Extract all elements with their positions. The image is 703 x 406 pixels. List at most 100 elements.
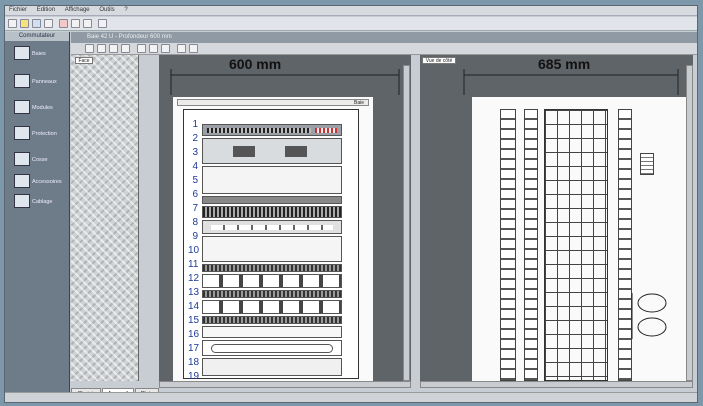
- patch-panel[interactable]: [202, 124, 342, 136]
- print-icon[interactable]: [44, 19, 53, 28]
- rack-icon: [14, 74, 30, 88]
- menu-edit[interactable]: Edition: [33, 6, 59, 14]
- rack-top-bar: Baie: [177, 99, 369, 106]
- screenshot-frame: Fichier Edition Affichage Outils ? Commu…: [0, 0, 703, 406]
- material-swatch-panel[interactable]: Face: [71, 55, 139, 381]
- rack-unit-number: 14: [188, 301, 200, 312]
- rack-unit-number: 18: [188, 357, 200, 368]
- fiber-slots: [211, 225, 333, 230]
- zoom-in-icon[interactable]: [85, 44, 94, 53]
- power-bar: [211, 344, 333, 353]
- rack-label: Baie: [353, 100, 364, 106]
- rack-unit-number: 10: [188, 245, 200, 256]
- sidebar-item-baies[interactable]: Baies: [8, 44, 66, 74]
- side-view-canvas[interactable]: Vue de côté 685 mm: [420, 55, 693, 381]
- new-icon[interactable]: [8, 19, 17, 28]
- delete-icon[interactable]: [59, 19, 68, 28]
- sidebar-item-label: Cosse: [32, 157, 48, 163]
- pen-icon: [14, 46, 30, 60]
- patch-panel[interactable]: [202, 264, 342, 272]
- component-sidebar: Commutateur Baies Panneaux Modules Prote…: [5, 32, 70, 402]
- cable-icon: [14, 152, 30, 166]
- save-icon[interactable]: [32, 19, 41, 28]
- rack-unit-number: 13: [188, 287, 200, 298]
- rack-unit-number: 5: [192, 175, 198, 186]
- patch-panel[interactable]: [202, 206, 342, 218]
- front-horizontal-scrollbar[interactable]: [159, 381, 411, 388]
- grid-icon[interactable]: [149, 44, 158, 53]
- zoom-out-icon[interactable]: [97, 44, 106, 53]
- blank-panel[interactable]: [202, 326, 342, 338]
- switch-ports[interactable]: [202, 274, 342, 288]
- menu-view[interactable]: Affichage: [61, 6, 94, 14]
- main-toolbar: [5, 17, 697, 31]
- rack-unit-number: 16: [188, 329, 200, 340]
- sidebar-item-label: Baies: [32, 51, 46, 57]
- status-bar: [5, 392, 697, 402]
- side-bracket: [640, 153, 654, 175]
- rack-unit-number: 17: [188, 343, 200, 354]
- module-icon: [14, 100, 30, 114]
- menu-help[interactable]: ?: [120, 6, 131, 14]
- front-view-canvas[interactable]: 600 mm Baie 1 2 3 4 5 6 7 8 9 10 11 12 1…: [159, 55, 411, 382]
- rack-unit-number: 4: [192, 161, 198, 172]
- power-strip[interactable]: [202, 340, 342, 356]
- fiber-drawer[interactable]: [202, 220, 342, 234]
- monitor-icon: [14, 194, 30, 208]
- flip-icon[interactable]: [189, 44, 198, 53]
- select-icon[interactable]: [121, 44, 130, 53]
- rack-unit-number: 1: [192, 119, 198, 130]
- menu-tools[interactable]: Outils: [95, 6, 118, 14]
- rack-front[interactable]: 1 2 3 4 5 6 7 8 9 10 11 12 13 14 15 16 1…: [183, 109, 359, 382]
- accessory-icon: [14, 174, 30, 188]
- measure-icon[interactable]: [161, 44, 170, 53]
- sidebar-item-label: Panneaux: [32, 79, 57, 85]
- blank-panel[interactable]: [202, 358, 342, 376]
- menu-file[interactable]: Fichier: [5, 6, 31, 14]
- module-slot: [233, 146, 255, 157]
- rack-unit-number: 6: [192, 189, 198, 200]
- rail-front: [500, 109, 516, 381]
- application-window: Fichier Edition Affichage Outils ? Commu…: [4, 5, 698, 403]
- side-vertical-scrollbar[interactable]: [686, 65, 693, 381]
- side-paper: [472, 97, 692, 381]
- rack-unit-number: 15: [188, 315, 200, 326]
- redo-icon[interactable]: [83, 19, 92, 28]
- sidebar-item-label: Accessoires: [32, 179, 62, 185]
- switch-unit[interactable]: [202, 138, 342, 164]
- rack-unit-number: 3: [192, 147, 198, 158]
- protection-icon: [14, 126, 30, 140]
- sidebar-item-label: Modules: [32, 105, 53, 111]
- cable-ladder[interactable]: [544, 109, 608, 381]
- settings-icon[interactable]: [98, 19, 107, 28]
- rack-unit-number: 12: [188, 273, 200, 284]
- switch-ports[interactable]: [202, 300, 342, 314]
- patch-panel[interactable]: [202, 316, 342, 324]
- sidebar-item-label: Protection: [32, 131, 57, 137]
- blank-panel[interactable]: [202, 166, 342, 194]
- blank-panel[interactable]: [202, 236, 342, 262]
- layout-icon[interactable]: [177, 44, 186, 53]
- drawing-toolbar: [71, 43, 697, 55]
- document-title-bar: Baie 42 U - Profondeur 600 mm: [71, 32, 697, 43]
- align-icon[interactable]: [137, 44, 146, 53]
- sidebar-item-cablage[interactable]: Cablage: [8, 192, 66, 222]
- sidebar-header: Commutateur: [5, 32, 69, 41]
- open-folder-icon[interactable]: [20, 19, 29, 28]
- side-depth-dimension: 685 mm: [538, 56, 591, 72]
- side-horizontal-scrollbar[interactable]: [420, 381, 693, 388]
- patch-ports: [207, 128, 311, 133]
- front-width-dimension: 600 mm: [229, 56, 282, 72]
- rack-unit-number: 7: [192, 203, 198, 214]
- undo-icon[interactable]: [71, 19, 80, 28]
- front-paper: Baie 1 2 3 4 5 6 7 8 9 10 11 12 13 14 15…: [173, 97, 373, 382]
- module-slot: [285, 146, 307, 157]
- rack-unit-number: 2: [192, 133, 198, 144]
- sidebar-item-label: Cablage: [32, 199, 53, 205]
- patch-panel[interactable]: [202, 290, 342, 298]
- document-title: Baie 42 U - Profondeur 600 mm: [87, 34, 172, 40]
- pan-icon[interactable]: [109, 44, 118, 53]
- rail-rear: [524, 109, 538, 381]
- cable-manager[interactable]: [202, 196, 342, 204]
- front-vertical-scrollbar[interactable]: [403, 65, 410, 381]
